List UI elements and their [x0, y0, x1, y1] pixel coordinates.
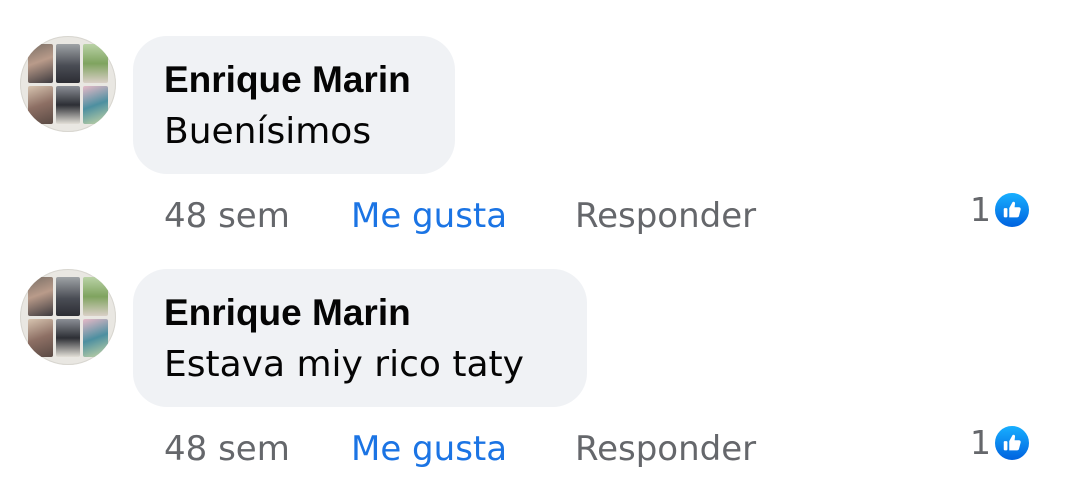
like-button[interactable]: Me gusta	[351, 194, 507, 238]
reply-button[interactable]: Responder	[575, 194, 756, 238]
comment-author[interactable]: Enrique Marin	[164, 291, 556, 335]
thumbs-up-icon	[993, 191, 1031, 229]
comment-bubble: Enrique Marin Buenísimos	[133, 36, 455, 174]
reply-button[interactable]: Responder	[575, 427, 756, 471]
avatar-photo-collage	[28, 277, 108, 357]
comment-text: Estava miy rico taty	[164, 344, 524, 385]
avatar-photo-collage	[28, 44, 108, 124]
comment-text: Buenísimos	[164, 111, 372, 152]
comment-timestamp[interactable]: 48 sem	[164, 194, 290, 238]
reaction-count: 1	[970, 190, 991, 229]
comment-bubble: Enrique Marin Estava miy rico taty	[133, 269, 587, 407]
comment-timestamp[interactable]: 48 sem	[164, 427, 290, 471]
avatar[interactable]	[20, 36, 116, 132]
comment-author[interactable]: Enrique Marin	[164, 58, 424, 102]
comment: Enrique Marin Estava miy rico taty 48 se…	[0, 233, 1068, 469]
thumbs-up-icon	[993, 424, 1031, 462]
avatar[interactable]	[20, 269, 116, 365]
comment: Enrique Marin Buenísimos 48 sem Me gusta…	[0, 0, 1068, 236]
reaction-count: 1	[970, 423, 991, 462]
reaction-summary[interactable]: 1	[970, 190, 1031, 230]
like-button[interactable]: Me gusta	[351, 427, 507, 471]
reaction-summary[interactable]: 1	[970, 423, 1031, 463]
